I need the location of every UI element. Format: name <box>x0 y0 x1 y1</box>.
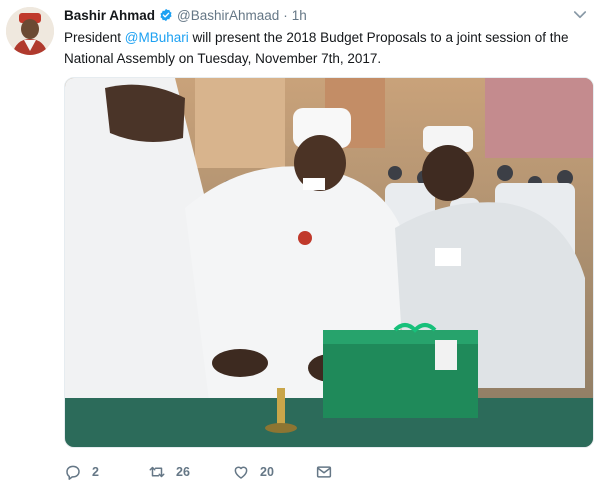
verified-badge-icon <box>159 8 173 22</box>
direct-message-button[interactable] <box>315 461 343 483</box>
tweet-text: President @MBuhari will present the 2018… <box>64 27 594 69</box>
user-handle[interactable]: @BashirAhmaad <box>177 8 279 23</box>
avatar[interactable] <box>6 7 54 55</box>
display-name[interactable]: Bashir Ahmad <box>64 8 155 23</box>
heart-icon <box>234 466 248 479</box>
reply-icon <box>66 465 80 480</box>
tweet-card[interactable]: Bashir Ahmad @BashirAhmaad · 1h Presiden… <box>0 0 600 496</box>
chevron-down-icon[interactable] <box>571 6 589 24</box>
retweet-button[interactable]: 26 <box>148 461 190 483</box>
mention-link[interactable]: @MBuhari <box>125 30 189 45</box>
reply-count: 2 <box>92 465 99 479</box>
reply-button[interactable]: 2 <box>64 461 99 483</box>
like-count: 20 <box>260 465 274 479</box>
timestamp[interactable]: 1h <box>292 8 307 23</box>
retweet-count: 26 <box>176 465 190 479</box>
envelope-icon <box>316 466 332 478</box>
tweet-header: Bashir Ahmad @BashirAhmaad · 1h <box>64 6 307 24</box>
separator-dot: · <box>283 7 288 23</box>
tweet-photo[interactable] <box>64 77 594 448</box>
retweet-icon <box>149 466 165 478</box>
like-button[interactable]: 20 <box>232 461 274 483</box>
tweet-actions: 2 26 20 <box>64 461 364 483</box>
tweet-text-intro: President <box>64 30 125 45</box>
